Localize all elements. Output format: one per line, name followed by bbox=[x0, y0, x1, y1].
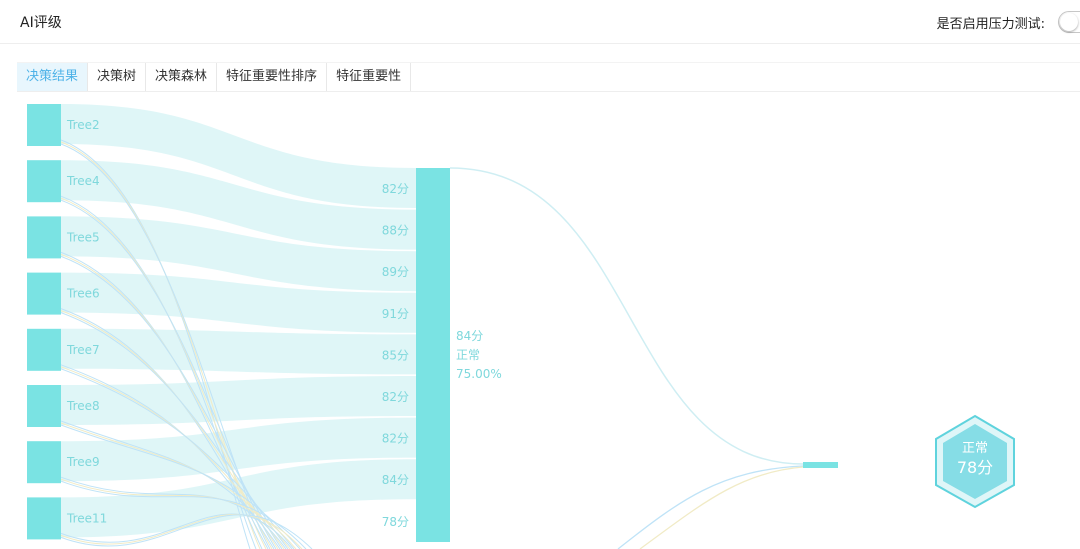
score-label: 82分 bbox=[382, 390, 409, 404]
tree-label: Tree5 bbox=[66, 230, 100, 244]
stress-test-toggle[interactable] bbox=[1058, 11, 1080, 33]
result-status: 正常 bbox=[962, 441, 988, 456]
tree-label: Tree2 bbox=[66, 118, 100, 132]
score-label: 91分 bbox=[382, 307, 409, 321]
result-hexagon: 正常 78分 bbox=[935, 414, 1015, 509]
tree-label: Tree7 bbox=[66, 343, 100, 357]
tree-node[interactable] bbox=[27, 216, 61, 259]
tree-node[interactable] bbox=[27, 104, 61, 146]
aggregate-score-label: 84分 bbox=[456, 329, 483, 343]
tree-flow bbox=[61, 376, 416, 425]
tree-label: Tree8 bbox=[66, 399, 100, 413]
tree-node[interactable] bbox=[27, 441, 61, 484]
tree-node[interactable] bbox=[27, 272, 61, 315]
score-label: 84分 bbox=[382, 473, 409, 487]
flow-lower-blue bbox=[617, 465, 804, 549]
flow-lower-yellow bbox=[639, 466, 804, 549]
aggregate-status-label: 正常 bbox=[456, 348, 480, 362]
flow-to-result bbox=[449, 167, 804, 465]
stress-test-label: 是否启用压力测试: bbox=[936, 17, 1045, 32]
result-score: 78分 bbox=[957, 458, 993, 477]
tab-decision-forest[interactable]: 决策森林 bbox=[146, 63, 218, 91]
tab-feature-importance[interactable]: 特征重要性 bbox=[327, 63, 412, 91]
tab-decision-result[interactable]: 决策结果 bbox=[17, 63, 89, 91]
aggregate-percent-label: 75.00% bbox=[456, 367, 502, 381]
tree-node[interactable] bbox=[27, 160, 61, 203]
aggregate-node[interactable] bbox=[416, 168, 450, 542]
tab-feature-importance-ranking[interactable]: 特征重要性排序 bbox=[217, 63, 328, 91]
tree-node[interactable] bbox=[27, 328, 61, 371]
score-label: 88分 bbox=[382, 224, 409, 238]
tab-bar: 决策结果 决策树 决策森林 特征重要性排序 特征重要性 bbox=[17, 62, 1080, 92]
tree-label: Tree11 bbox=[66, 511, 107, 525]
tab-decision-tree[interactable]: 决策树 bbox=[88, 63, 147, 91]
toggle-knob bbox=[1060, 13, 1078, 31]
score-label: 85分 bbox=[382, 348, 409, 362]
sankey-diagram: Tree2 Tree4 Tree5 Tree6 Tree7 Tree8 Tree9 Tree1… bbox=[27, 104, 1015, 549]
score-label: 82分 bbox=[382, 432, 409, 446]
score-label: 78分 bbox=[382, 515, 409, 529]
tree-label: Tree4 bbox=[66, 174, 100, 188]
result-node[interactable] bbox=[803, 462, 838, 468]
score-label: 82分 bbox=[382, 182, 409, 196]
tree-node[interactable] bbox=[27, 497, 61, 540]
tree-label: Tree6 bbox=[66, 287, 100, 301]
tree-flow bbox=[61, 328, 416, 375]
tree-node[interactable] bbox=[27, 385, 61, 427]
page-title: AI评级 bbox=[20, 15, 62, 31]
page-header: AI评级 是否启用压力测试: bbox=[0, 0, 1080, 44]
tree-label: Tree9 bbox=[66, 455, 100, 469]
score-label: 89分 bbox=[382, 265, 409, 279]
